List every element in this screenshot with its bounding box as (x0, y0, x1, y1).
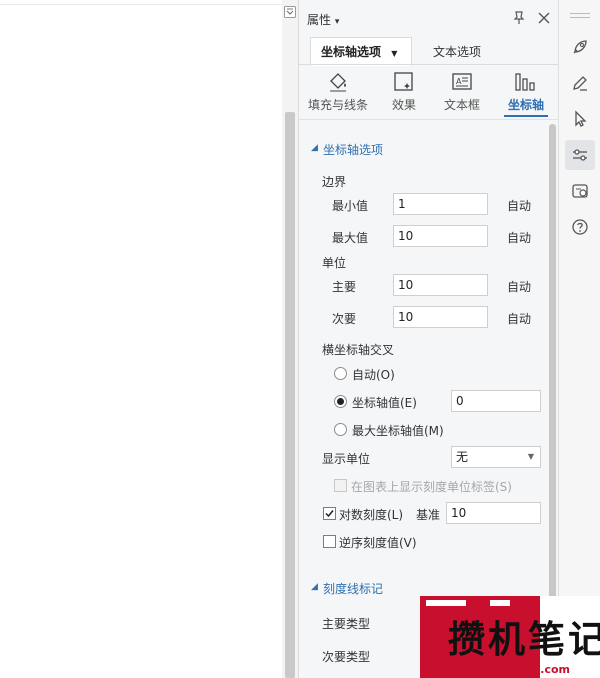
tab-text-options[interactable]: 文本选项 (433, 43, 481, 60)
toolbar-handle (570, 13, 590, 14)
reverse-order-label[interactable]: 逆序刻度值(V) (339, 534, 417, 551)
tab-fill-and-line-label: 填充与线条 (307, 98, 368, 112)
tab-textbox-label: 文本框 (443, 98, 480, 112)
cross-label: 横坐标轴交叉 (322, 343, 395, 357)
radio-auto[interactable] (334, 367, 347, 380)
tab-textbox[interactable]: A 文本框 (430, 70, 494, 113)
tab-axis-label: 坐标轴 (507, 98, 544, 112)
panel-title-text: 属性 (307, 13, 332, 27)
section-collapse-icon[interactable]: ◢ (311, 143, 318, 153)
max-auto-button[interactable]: 自动 (507, 229, 531, 246)
tab-axis[interactable]: 坐标轴 (494, 70, 558, 113)
watermark-url: www.cuanjibiji.com (450, 663, 571, 676)
major-auto-button[interactable]: 自动 (507, 278, 531, 295)
chevron-down-icon: ▾ (334, 17, 340, 27)
units-label: 单位 (322, 256, 347, 270)
panel-scrollbar-thumb[interactable] (549, 124, 556, 678)
min-input[interactable]: 1 (393, 193, 488, 215)
effects-icon (372, 70, 436, 94)
show-units-label: 在图表上显示刻度单位标签(S) (351, 480, 512, 494)
close-icon[interactable] (536, 10, 552, 26)
log-scale-label[interactable]: 对数刻度(L) (339, 506, 403, 523)
fill-bucket-icon (306, 70, 370, 94)
axis-value-input[interactable]: 0 (451, 390, 541, 412)
watermark-title: 攒机笔记 (448, 618, 600, 661)
radio-axis-value[interactable] (334, 395, 347, 408)
minor-auto-button[interactable]: 自动 (507, 310, 531, 327)
svg-text:A: A (456, 77, 462, 86)
major-type-label: 主要类型 (322, 617, 371, 631)
active-tab-indicator (504, 115, 548, 117)
section-axis-options[interactable]: 坐标轴选项 (323, 141, 383, 158)
pin-icon[interactable] (511, 10, 527, 26)
pen-icon[interactable] (565, 68, 595, 98)
reverse-order-checkbox[interactable] (323, 535, 336, 548)
chevron-down-icon: ▼ (391, 49, 398, 58)
max-input[interactable]: 10 (393, 225, 488, 247)
backup-icon[interactable] (565, 176, 595, 206)
radio-axis-value-label[interactable]: 坐标轴值(E) (352, 394, 417, 411)
divider (298, 64, 558, 65)
minor-unit-label: 次要 (332, 312, 357, 326)
divider (0, 4, 282, 5)
radio-max-axis-value-label[interactable]: 最大坐标轴值(M) (352, 422, 444, 439)
panel-title[interactable]: 属性 ▾ (307, 11, 339, 28)
collapse-panel-icon[interactable] (284, 6, 296, 18)
max-label: 最大值 (332, 231, 369, 245)
textbox-icon: A (430, 70, 494, 94)
radio-max-axis-value[interactable] (334, 423, 347, 436)
document-canvas[interactable] (0, 0, 282, 678)
log-scale-checkbox[interactable] (323, 507, 336, 520)
major-unit-input[interactable]: 10 (393, 274, 488, 296)
checkmark-icon (325, 510, 334, 518)
show-units-checkbox[interactable] (334, 479, 347, 492)
min-label: 最小值 (332, 199, 369, 213)
rocket-icon[interactable] (565, 32, 595, 62)
watermark-decoration (490, 600, 510, 606)
bounds-label: 边界 (322, 175, 347, 189)
radio-auto-label[interactable]: 自动(O) (352, 366, 395, 383)
display-units-value: 无 (456, 450, 469, 464)
display-units-label: 显示单位 (322, 452, 371, 466)
major-unit-label: 主要 (332, 280, 357, 294)
help-icon[interactable] (565, 212, 595, 242)
min-auto-button[interactable]: 自动 (507, 197, 531, 214)
tab-axis-options-label: 坐标轴选项 ▼ (321, 45, 398, 59)
display-units-select[interactable]: 无 ▼ (451, 446, 541, 468)
base-input[interactable]: 10 (446, 502, 541, 524)
section-tick-marks[interactable]: 刻度线标记 (323, 580, 383, 597)
chevron-down-icon: ▼ (527, 452, 534, 461)
cursor-icon[interactable] (565, 104, 595, 134)
base-label: 基准 (416, 508, 441, 522)
axis-bars-icon (494, 70, 558, 94)
watermark-decoration (426, 600, 466, 606)
tab-effects-label: 效果 (391, 98, 416, 112)
properties-icon[interactable] (565, 140, 595, 170)
canvas-scrollbar-thumb[interactable] (285, 112, 295, 678)
toolbar-handle (570, 17, 590, 18)
tab-effects[interactable]: 效果 (372, 70, 436, 113)
tab-fill-and-line[interactable]: 填充与线条 (306, 70, 370, 113)
right-toolbar (558, 0, 600, 678)
minor-type-label: 次要类型 (322, 650, 371, 664)
minor-unit-input[interactable]: 10 (393, 306, 488, 328)
divider (298, 119, 558, 120)
section-collapse-icon[interactable]: ◢ (311, 582, 318, 592)
